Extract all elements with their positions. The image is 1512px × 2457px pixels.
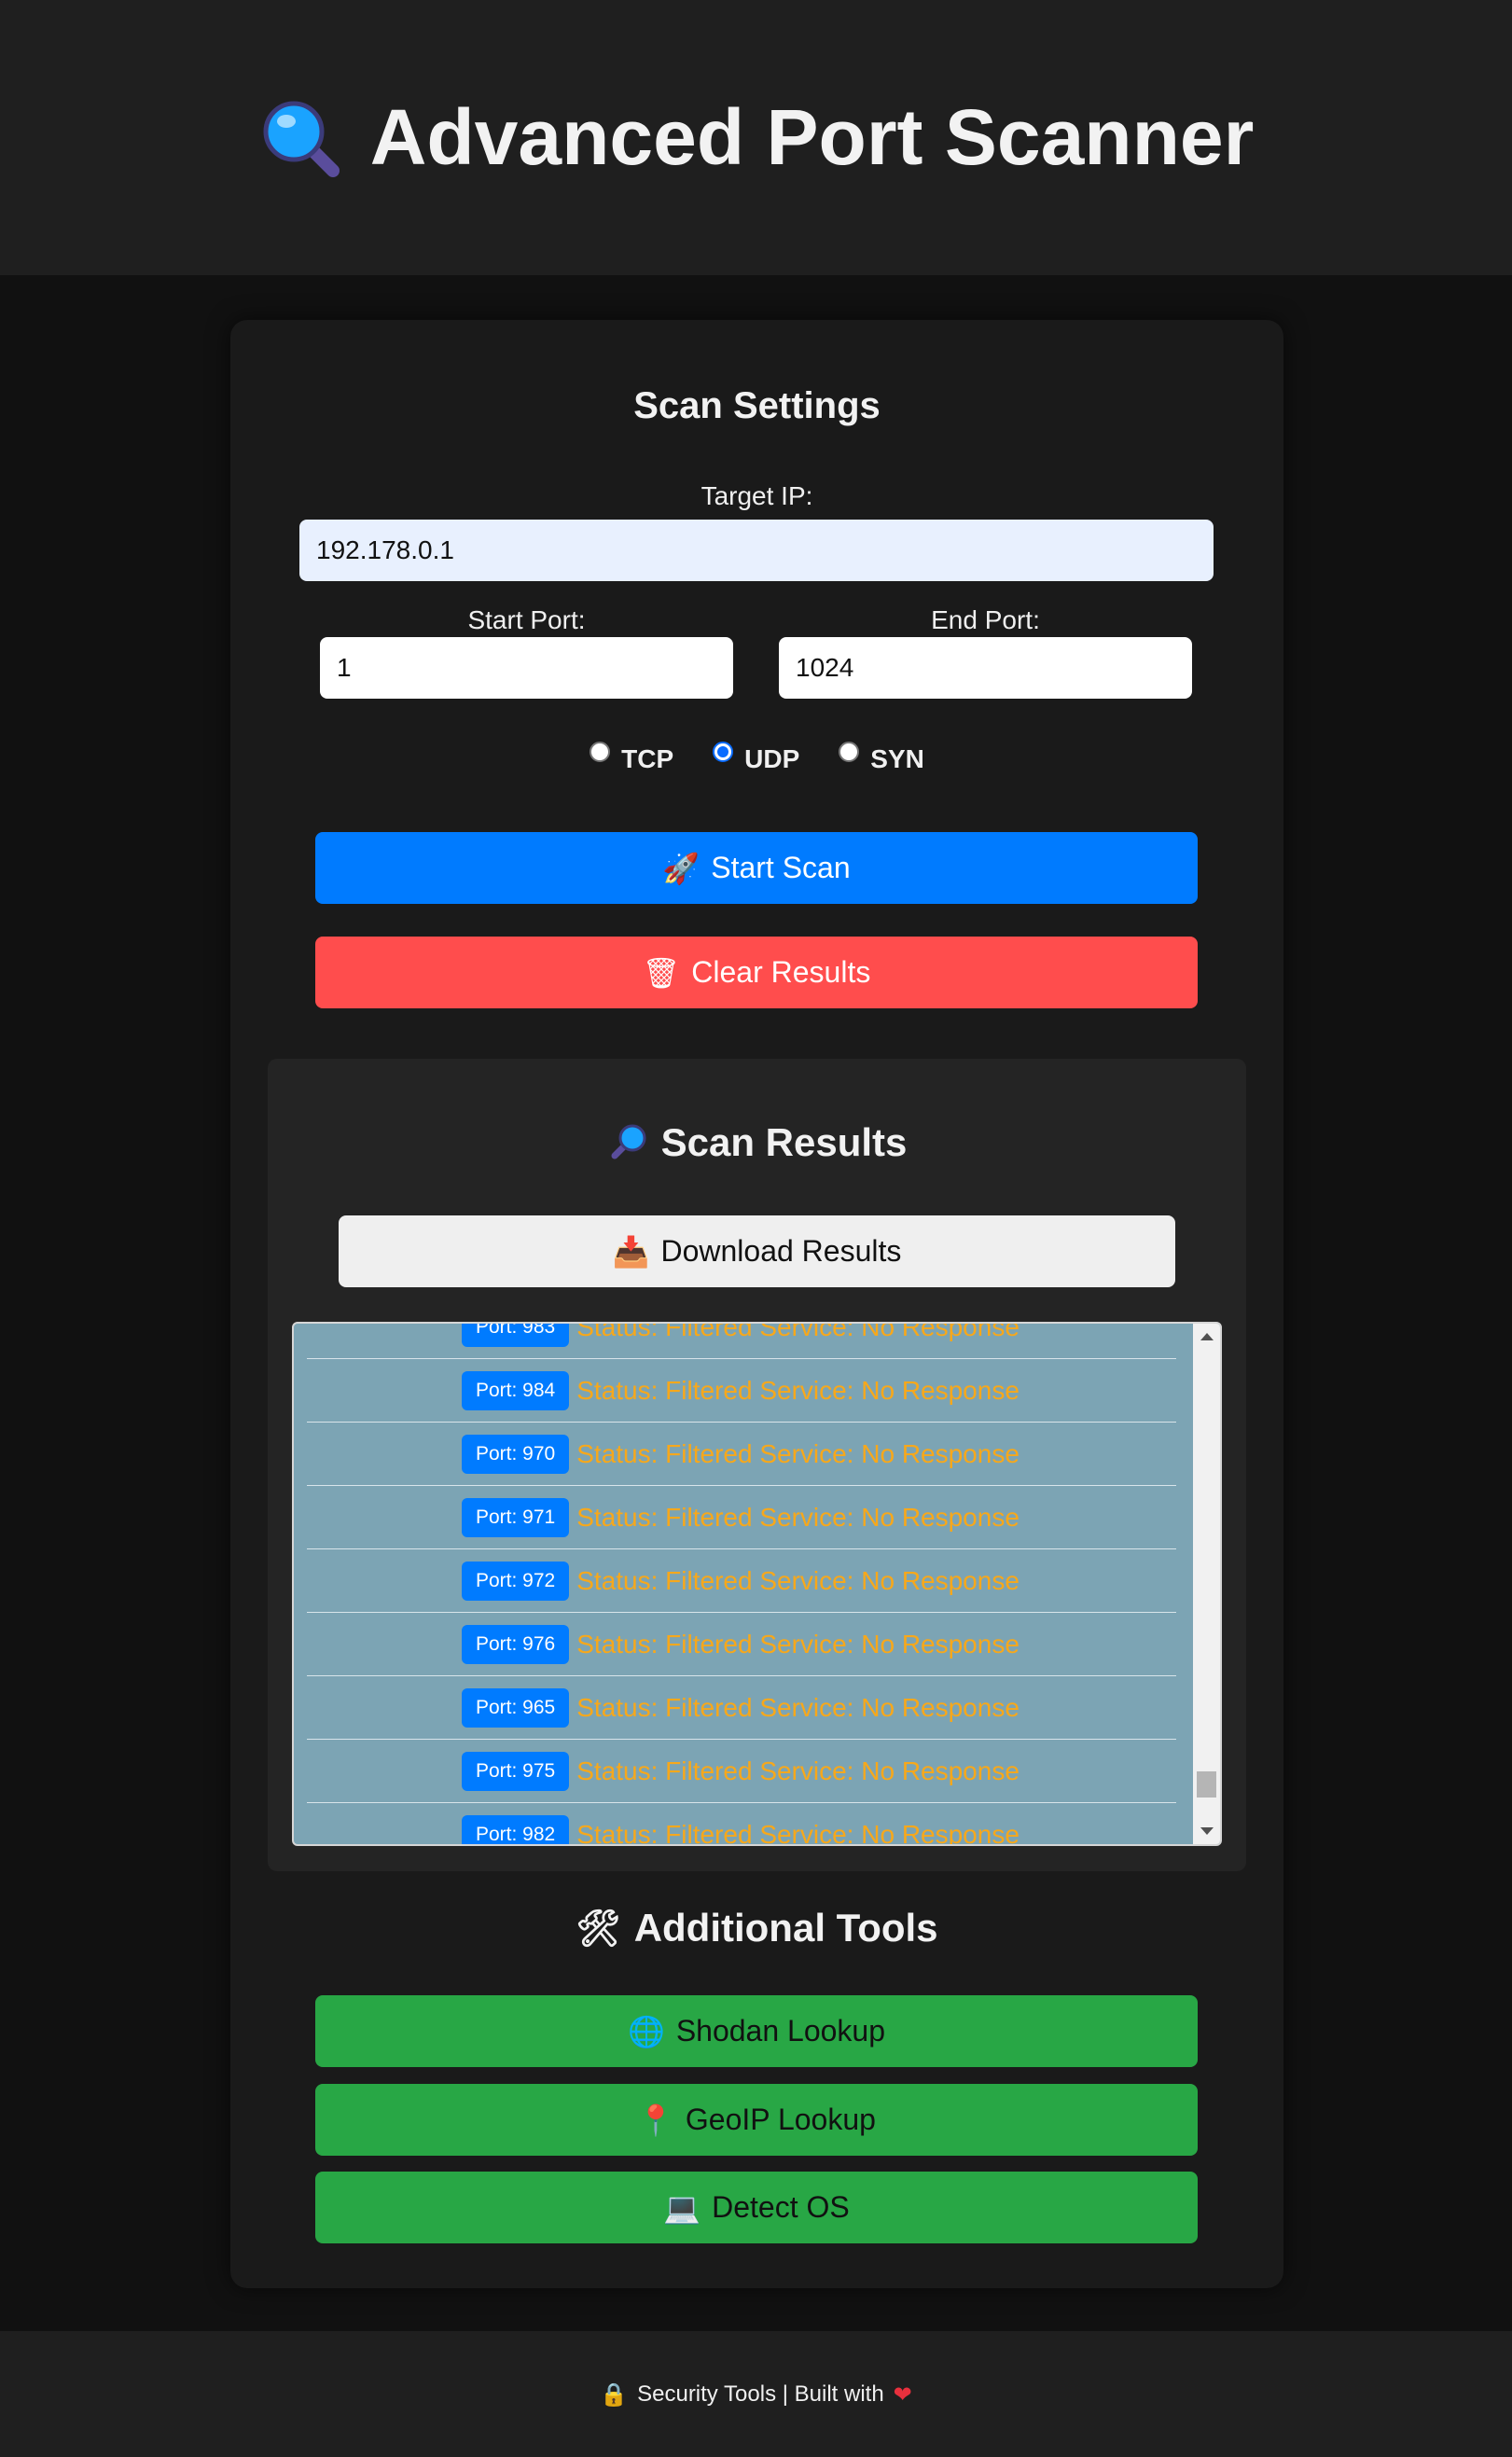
port-status: Status: Filtered Service: No Response <box>576 1322 1020 1341</box>
list-item: Port: 971 Status: Filtered Service: No Re… <box>307 1486 1176 1549</box>
magnifier-icon <box>263 101 340 177</box>
results-list-content: Port: 983 Status: Filtered Service: No Re… <box>307 1322 1176 1846</box>
port-status: Status: Filtered Service: No Response <box>576 1502 1020 1532</box>
list-item: Port: 965 Status: Filtered Service: No Re… <box>307 1676 1176 1740</box>
port-status: Status: Filtered Service: No Response <box>576 1565 1020 1595</box>
port-badge: Port: 982 <box>462 1814 570 1844</box>
tools-icon: 🛠 <box>576 1907 621 1949</box>
protocol-radio-group: TCP UDP SYN <box>230 742 1283 774</box>
list-item: Port: 982 Status: Filtered Service: No Re… <box>307 1803 1176 1846</box>
list-item: Port: 984 Status: Filtered Service: No Re… <box>307 1359 1176 1423</box>
additional-tools-heading: 🛠 Additional Tools <box>230 1906 1283 1950</box>
start-port-input[interactable] <box>320 637 733 699</box>
port-status: Status: Filtered Service: No Response <box>576 1756 1020 1785</box>
radio-syn[interactable]: SYN <box>839 742 924 774</box>
clear-results-button[interactable]: 🗑 Clear Results <box>315 937 1198 1008</box>
globe-icon: 🌐 <box>627 2013 665 2049</box>
start-scan-button[interactable]: 🚀 Start Scan <box>315 832 1198 904</box>
radio-label-udp: UDP <box>744 744 800 773</box>
port-badge: Port: 975 <box>462 1751 570 1791</box>
footer-text: Security Tools | Built with <box>637 2381 884 2407</box>
port-status: Status: Filtered Service: No Response <box>576 1692 1020 1722</box>
scroll-thumb[interactable] <box>1197 1771 1216 1798</box>
scan-results-heading: Scan Results <box>268 1120 1246 1165</box>
scroll-up-icon[interactable] <box>1200 1333 1214 1340</box>
app-footer: 🔒 Security Tools | Built with ❤ <box>0 2331 1512 2457</box>
main-panel: Scan Settings Target IP: Start Port: End… <box>230 320 1283 2288</box>
list-item: Port: 970 Status: Filtered Service: No Re… <box>307 1423 1176 1486</box>
port-status: Status: Filtered Service: No Response <box>576 1375 1020 1405</box>
heart-icon: ❤ <box>893 2381 912 2408</box>
shodan-lookup-label: Shodan Lookup <box>675 2014 886 2048</box>
target-ip-input[interactable] <box>299 520 1214 581</box>
trash-icon: 🗑 <box>642 954 681 991</box>
port-badge: Port: 971 <box>462 1497 570 1537</box>
port-status: Status: Filtered Service: No Response <box>576 1629 1020 1659</box>
geoip-lookup-button[interactable]: 📍 GeoIP Lookup <box>315 2084 1198 2156</box>
lock-icon: 🔒 <box>600 2381 629 2408</box>
radio-button-tcp[interactable] <box>590 742 611 762</box>
start-scan-label: Start Scan <box>711 851 851 884</box>
additional-tools-title: Additional Tools <box>633 1906 938 1950</box>
list-item: Port: 972 Status: Filtered Service: No Re… <box>307 1549 1176 1613</box>
results-list[interactable]: Port: 983 Status: Filtered Service: No Re… <box>292 1322 1222 1846</box>
download-results-label: Download Results <box>660 1234 902 1268</box>
port-badge: Port: 970 <box>462 1434 570 1474</box>
list-item: Port: 975 Status: Filtered Service: No Re… <box>307 1740 1176 1803</box>
list-item: Port: 976 Status: Filtered Service: No Re… <box>307 1613 1176 1676</box>
geoip-lookup-label: GeoIP Lookup <box>685 2103 876 2136</box>
laptop-icon: 💻 <box>663 2189 701 2226</box>
start-port-label: Start Port: <box>467 605 586 634</box>
scan-settings-title: Scan Settings <box>633 385 881 426</box>
port-badge: Port: 972 <box>462 1561 570 1601</box>
radio-button-udp[interactable] <box>713 742 734 762</box>
app-header: Advanced Port Scanner <box>0 0 1512 275</box>
page-title-wrapper: Advanced Port Scanner <box>258 92 1255 183</box>
rocket-icon: 🚀 <box>662 850 701 886</box>
scan-results-section: Scan Results 📥 Download Results Port: 98… <box>268 1059 1246 1871</box>
port-badge: Port: 976 <box>462 1624 570 1664</box>
search-icon <box>611 1124 646 1159</box>
port-status: Status: Filtered Service: No Response <box>576 1819 1020 1846</box>
download-icon: 📥 <box>612 1233 650 1270</box>
download-results-button[interactable]: 📥 Download Results <box>339 1215 1175 1287</box>
clear-results-label: Clear Results <box>691 955 871 989</box>
list-item: Port: 983 Status: Filtered Service: No Re… <box>307 1322 1176 1359</box>
page-title: Advanced Port Scanner <box>369 93 1255 181</box>
shodan-lookup-button[interactable]: 🌐 Shodan Lookup <box>315 1995 1198 2067</box>
radio-udp[interactable]: UDP <box>713 742 800 774</box>
port-badge: Port: 965 <box>462 1687 570 1728</box>
detect-os-button[interactable]: 💻 Detect OS <box>315 2172 1198 2243</box>
port-badge: Port: 984 <box>462 1370 570 1410</box>
radio-tcp[interactable]: TCP <box>590 742 674 774</box>
results-scrollbar[interactable] <box>1193 1324 1220 1844</box>
detect-os-label: Detect OS <box>712 2190 850 2224</box>
end-port-label: End Port: <box>931 605 1040 634</box>
target-ip-label: Target IP: <box>701 481 813 510</box>
scroll-down-icon[interactable] <box>1200 1827 1214 1835</box>
radio-label-syn: SYN <box>870 744 924 773</box>
scan-results-title: Scan Results <box>660 1120 908 1164</box>
radio-label-tcp: TCP <box>621 744 674 773</box>
radio-button-syn[interactable] <box>839 742 860 762</box>
pin-icon: 📍 <box>637 2102 674 2138</box>
end-port-input[interactable] <box>779 637 1192 699</box>
port-status: Status: Filtered Service: No Response <box>576 1438 1020 1468</box>
port-badge: Port: 983 <box>462 1324 570 1347</box>
